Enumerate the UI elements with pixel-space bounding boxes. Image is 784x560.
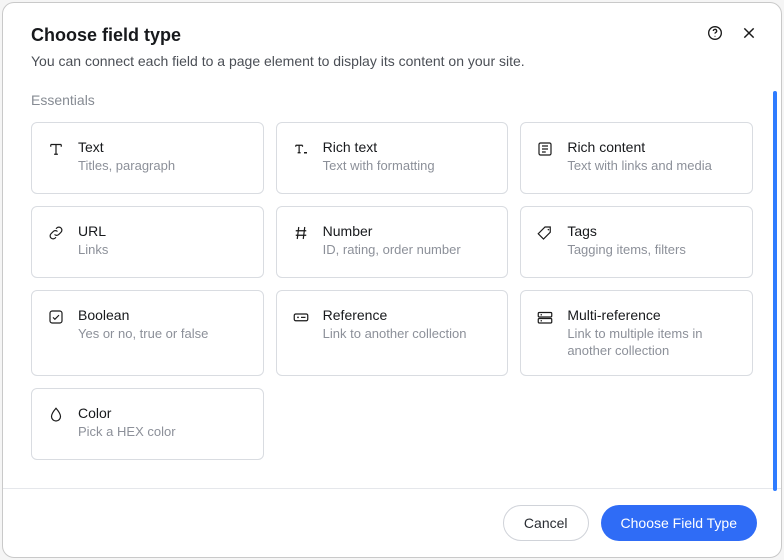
choose-field-type-modal: Choose field type You can connect each f…	[2, 2, 782, 558]
card-desc: Links	[78, 241, 249, 259]
modal-body[interactable]: Essentials Text Titles, paragraph Rich t…	[3, 86, 781, 488]
field-card-url[interactable]: URL Links	[31, 206, 264, 278]
card-title: Tags	[567, 222, 738, 240]
field-card-reference[interactable]: Reference Link to another collection	[276, 290, 509, 376]
field-card-rich-content[interactable]: Rich content Text with links and media	[520, 122, 753, 194]
card-desc: Titles, paragraph	[78, 157, 249, 175]
card-title: Number	[323, 222, 494, 240]
field-card-rich-text[interactable]: Rich text Text with formatting	[276, 122, 509, 194]
card-title: Multi-reference	[567, 306, 738, 324]
card-body: Reference Link to another collection	[323, 306, 494, 343]
card-title: Color	[78, 404, 249, 422]
cancel-button[interactable]: Cancel	[503, 505, 589, 541]
close-icon[interactable]	[741, 25, 757, 41]
reference-icon	[291, 307, 311, 327]
multi-reference-icon	[535, 307, 555, 327]
section-label-essentials: Essentials	[31, 92, 753, 108]
choose-field-type-button[interactable]: Choose Field Type	[601, 505, 757, 541]
card-desc: Pick a HEX color	[78, 423, 249, 441]
card-desc: Link to multiple items in another collec…	[567, 325, 738, 360]
field-type-grid: Text Titles, paragraph Rich text Text wi…	[31, 122, 753, 460]
card-title: URL	[78, 222, 249, 240]
field-card-multi-reference[interactable]: Multi-reference Link to multiple items i…	[520, 290, 753, 376]
card-title: Reference	[323, 306, 494, 324]
card-title: Boolean	[78, 306, 249, 324]
card-body: Text Titles, paragraph	[78, 138, 249, 175]
url-icon	[46, 223, 66, 243]
field-card-tags[interactable]: Tags Tagging items, filters	[520, 206, 753, 278]
card-title: Rich content	[567, 138, 738, 156]
card-desc: Text with links and media	[567, 157, 738, 175]
modal-footer: Cancel Choose Field Type	[3, 488, 781, 557]
card-desc: Link to another collection	[323, 325, 494, 343]
card-body: Boolean Yes or no, true or false	[78, 306, 249, 343]
number-icon	[291, 223, 311, 243]
card-body: Tags Tagging items, filters	[567, 222, 738, 259]
card-desc: Tagging items, filters	[567, 241, 738, 259]
card-desc: Text with formatting	[323, 157, 494, 175]
field-card-boolean[interactable]: Boolean Yes or no, true or false	[31, 290, 264, 376]
card-body: Number ID, rating, order number	[323, 222, 494, 259]
card-title: Text	[78, 138, 249, 156]
field-card-number[interactable]: Number ID, rating, order number	[276, 206, 509, 278]
color-icon	[46, 405, 66, 425]
scrollbar[interactable]	[773, 91, 777, 491]
modal-subtitle: You can connect each field to a page ele…	[31, 52, 753, 72]
field-card-text[interactable]: Text Titles, paragraph	[31, 122, 264, 194]
rich-content-icon	[535, 139, 555, 159]
boolean-icon	[46, 307, 66, 327]
modal-title: Choose field type	[31, 25, 753, 46]
help-icon[interactable]	[707, 25, 723, 41]
field-card-color[interactable]: Color Pick a HEX color	[31, 388, 264, 460]
tags-icon	[535, 223, 555, 243]
rich-text-icon	[291, 139, 311, 159]
card-body: Multi-reference Link to multiple items i…	[567, 306, 738, 360]
card-title: Rich text	[323, 138, 494, 156]
card-body: Rich text Text with formatting	[323, 138, 494, 175]
card-body: Rich content Text with links and media	[567, 138, 738, 175]
card-desc: Yes or no, true or false	[78, 325, 249, 343]
text-icon	[46, 139, 66, 159]
card-desc: ID, rating, order number	[323, 241, 494, 259]
card-body: Color Pick a HEX color	[78, 404, 249, 441]
card-body: URL Links	[78, 222, 249, 259]
header-actions	[707, 25, 757, 41]
modal-header: Choose field type You can connect each f…	[3, 3, 781, 86]
